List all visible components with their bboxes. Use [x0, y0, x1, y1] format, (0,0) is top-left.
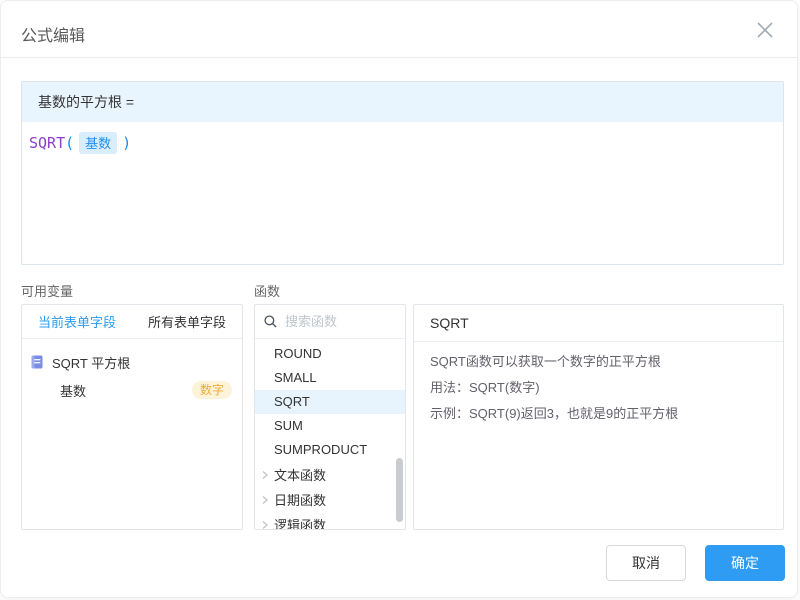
field-name: 基数 [60, 381, 86, 400]
function-example: 示例：SQRT(9)返回3，也就是9的正平方根 [430, 401, 767, 427]
function-detail-body: SQRT函数可以获取一个数字的正平方根 用法：SQRT(数字) 示例：SQRT(… [414, 342, 783, 434]
function-keyword: SQRT [29, 134, 65, 152]
function-usage: 用法：SQRT(数字) [430, 375, 767, 401]
search-input[interactable] [285, 314, 396, 329]
functions-panel: RAND ROUND SMALL SQRT SUM SUMPRODUCT 文本函… [254, 304, 406, 530]
category-label: 日期函数 [274, 490, 326, 509]
function-list-viewport: RAND ROUND SMALL SQRT SUM SUMPRODUCT 文本函… [255, 339, 405, 529]
chevron-right-icon [260, 470, 270, 480]
function-item-round[interactable]: ROUND [255, 342, 405, 366]
tree-item-form[interactable]: SQRT 平方根 [28, 348, 232, 376]
open-paren: ( [65, 134, 74, 152]
variable-token[interactable]: 基数 [79, 132, 117, 154]
variables-tree: SQRT 平方根 基数 数字 [22, 339, 242, 404]
formula-target-label: 基数的平方根 = [22, 82, 783, 122]
functions-panel-label: 函数 [254, 281, 280, 300]
function-detail-title: SQRT [414, 305, 783, 342]
tab-current-form-fields[interactable]: 当前表单字段 [22, 305, 132, 338]
formula-editor[interactable]: SQRT( 基数) [22, 122, 783, 264]
search-icon [264, 315, 277, 328]
function-detail-panel: SQRT SQRT函数可以获取一个数字的正平方根 用法：SQRT(数字) 示例：… [413, 304, 784, 530]
field-type-badge: 数字 [192, 381, 232, 399]
chevron-right-icon [260, 495, 270, 505]
dialog-header: 公式编辑 [1, 1, 797, 58]
function-list: RAND ROUND SMALL SQRT SUM SUMPRODUCT 文本函… [255, 339, 405, 529]
variables-panel: 当前表单字段 所有表单字段 SQRT 平方根 基数 数字 [21, 304, 243, 530]
function-category-text[interactable]: 文本函数 [255, 462, 405, 487]
dialog-title: 公式编辑 [21, 22, 85, 46]
close-icon [755, 20, 775, 40]
close-button[interactable] [753, 18, 777, 42]
dialog-footer: 取消 确定 [606, 545, 785, 581]
formula-edit-dialog: 公式编辑 基数的平方根 = SQRT(基数) 可用变量 函数 当前表单字段 所有… [0, 0, 798, 598]
function-item-small[interactable]: SMALL [255, 366, 405, 390]
tab-all-form-fields[interactable]: 所有表单字段 [132, 305, 242, 338]
form-name: SQRT 平方根 [52, 353, 130, 372]
function-search-row [255, 305, 405, 339]
tree-item-field[interactable]: 基数 数字 [28, 376, 232, 404]
confirm-button[interactable]: 确定 [705, 545, 785, 581]
function-item-sumproduct[interactable]: SUMPRODUCT [255, 438, 405, 462]
cancel-button[interactable]: 取消 [606, 545, 686, 581]
function-category-date[interactable]: 日期函数 [255, 487, 405, 512]
document-icon [30, 355, 44, 369]
function-item-sum[interactable]: SUM [255, 414, 405, 438]
scrollbar-thumb[interactable] [396, 458, 403, 522]
category-label: 逻辑函数 [274, 515, 326, 529]
formula-editor-box: 基数的平方根 = SQRT( 基数) [21, 81, 784, 265]
variables-tabs: 当前表单字段 所有表单字段 [22, 305, 242, 339]
category-label: 文本函数 [274, 465, 326, 484]
function-description: SQRT函数可以获取一个数字的正平方根 [430, 349, 767, 375]
close-paren: ) [122, 134, 131, 152]
function-item-sqrt[interactable]: SQRT [255, 390, 405, 414]
function-category-logic[interactable]: 逻辑函数 [255, 512, 405, 529]
variables-panel-label: 可用变量 [21, 281, 73, 300]
chevron-right-icon [260, 520, 270, 530]
